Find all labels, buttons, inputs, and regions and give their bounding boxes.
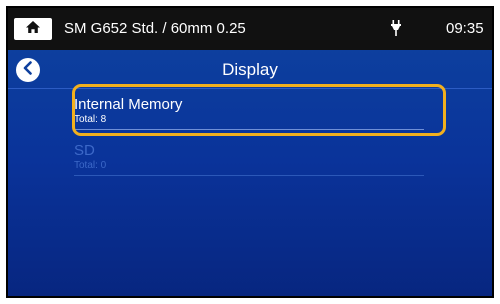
plug-icon (390, 19, 402, 42)
page-title: Display (222, 60, 278, 79)
list-item-divider (74, 175, 424, 176)
selection-highlight (72, 84, 446, 136)
device-screen-frame: SM G652 Std. / 60mm 0.25 09:35 Display I… (6, 6, 494, 298)
sd-label: SD (74, 142, 95, 159)
list-item-sd: SD Total: 0 (74, 142, 434, 176)
sd-total: Total: 0 (74, 160, 107, 171)
clock: 09:35 (446, 20, 484, 37)
status-bar: SM G652 Std. / 60mm 0.25 09:35 (8, 8, 492, 50)
fiber-profile-title: SM G652 Std. / 60mm 0.25 (64, 20, 246, 37)
home-button[interactable] (14, 18, 52, 40)
home-icon (25, 20, 41, 39)
